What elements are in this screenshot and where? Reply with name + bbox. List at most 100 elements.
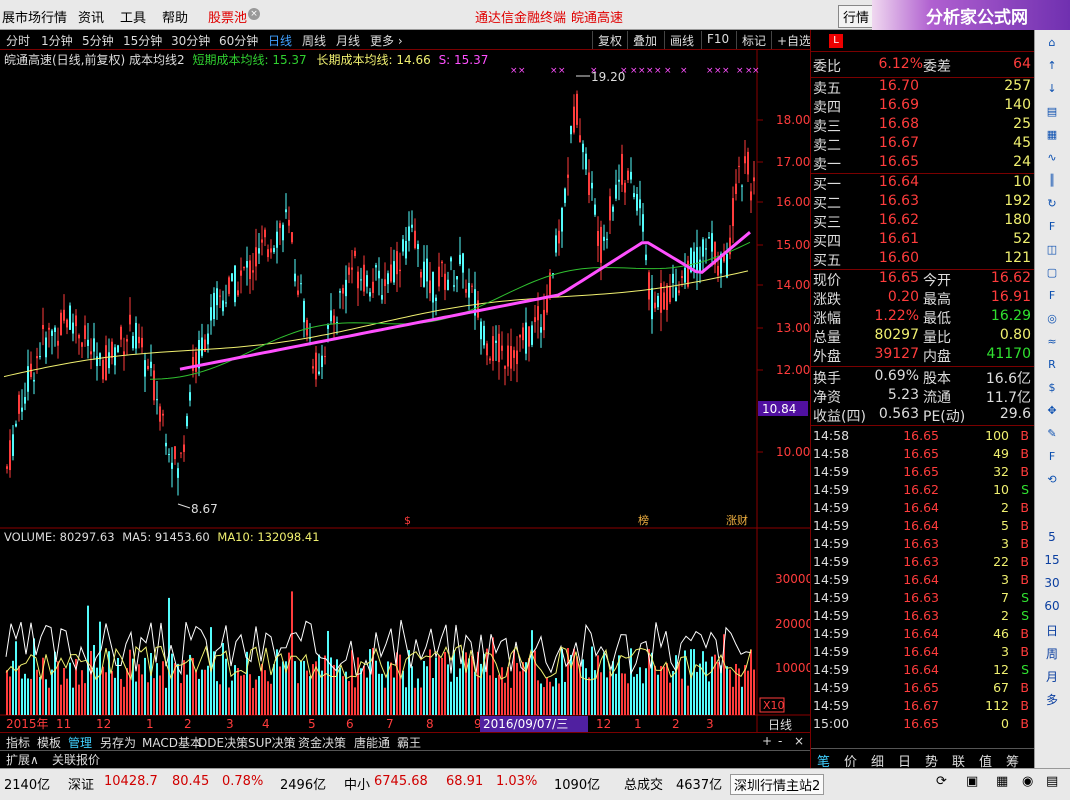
list-icon[interactable]: ▤: [1038, 105, 1066, 121]
tab-period-0[interactable]: 分时: [6, 32, 30, 49]
f10-icon[interactable]: F: [1038, 220, 1066, 236]
overlay-button[interactable]: 叠加: [627, 31, 662, 49]
menu-news[interactable]: 资讯: [78, 7, 104, 26]
f-chart-icon[interactable]: ▢: [1038, 266, 1066, 282]
reload-icon[interactable]: ⟲: [1038, 473, 1066, 489]
volume-bar: [498, 674, 500, 715]
volume-bar: [189, 654, 191, 715]
tab-period-3[interactable]: 15分钟: [123, 32, 162, 49]
lock-icon[interactable]: ▣: [966, 774, 978, 789]
tab-indicator[interactable]: 指标: [6, 734, 30, 751]
price-tick-label: 10.00: [776, 445, 810, 459]
tick-price: 16.64: [903, 662, 939, 677]
volume-bar: [225, 658, 227, 715]
wave-icon[interactable]: ≈: [1038, 335, 1066, 351]
candle-body: [702, 239, 704, 257]
candle-body: [492, 336, 494, 362]
rsi-icon[interactable]: R: [1038, 358, 1066, 374]
tick-time: 15:00: [813, 716, 850, 731]
tab-period-7[interactable]: 周线: [302, 32, 326, 49]
info-label-2: 流通: [923, 390, 951, 406]
sidebar-period-0[interactable]: 5: [1038, 530, 1066, 546]
chat-icon[interactable]: ▤: [1046, 774, 1058, 789]
tab-save-as[interactable]: 另存为: [100, 734, 136, 751]
candle-body: [483, 325, 485, 346]
candle-body: [333, 315, 335, 325]
dollar-icon[interactable]: $: [1038, 381, 1066, 397]
refresh-icon[interactable]: ⟳: [936, 774, 947, 789]
info-icon[interactable]: ◫: [1038, 243, 1066, 259]
status-sme-pct: 1.03%: [496, 774, 538, 789]
quote-panel: L 委比 6.12% 委差 64 卖五 16.70 257 卖四 16.69 140 卖三 16.68 2…: [810, 30, 1035, 770]
menu-tools[interactable]: 工具: [120, 7, 146, 26]
up-icon[interactable]: ↑: [1038, 59, 1066, 75]
info-label: 涨幅: [813, 311, 841, 327]
kline-chart[interactable]: 18.00 17.00 16.00 15.00 14.00 13.00 12.00 10.00…: [0, 50, 810, 732]
sidebar-period-7[interactable]: 多: [1038, 691, 1066, 707]
tab-dde[interactable]: DDE决策: [198, 734, 248, 751]
move-icon[interactable]: ✥: [1038, 404, 1066, 420]
mark-button[interactable]: 标记: [736, 31, 771, 49]
notify-icon[interactable]: ◉: [1022, 774, 1033, 789]
candle-body: [504, 366, 506, 369]
sidebar-period-1[interactable]: 15: [1038, 553, 1066, 569]
zoom-out-icon[interactable]: -: [778, 734, 782, 748]
draw-line-button[interactable]: 画线: [664, 31, 699, 49]
menu-help[interactable]: 帮助: [162, 7, 188, 26]
sidebar-period-3[interactable]: 60: [1038, 599, 1066, 615]
candle-icon[interactable]: ║: [1038, 174, 1066, 190]
buy-row: 买四 16.61 52: [811, 231, 1035, 250]
circle-icon[interactable]: ◎: [1038, 312, 1066, 328]
refresh-icon[interactable]: ↻: [1038, 197, 1066, 213]
home-icon[interactable]: ⌂: [1038, 36, 1066, 52]
menu-market[interactable]: 展市场行情: [2, 7, 67, 26]
volume-bar: [561, 648, 563, 715]
f5-icon[interactable]: F: [1038, 450, 1066, 466]
extend-button[interactable]: 扩展∧: [6, 751, 39, 768]
tab-manage[interactable]: 管理: [68, 734, 92, 751]
candle-body: [417, 244, 419, 250]
tab-tangnengtong[interactable]: 唐能通: [354, 734, 390, 751]
tab-period-9[interactable]: 更多 ›: [370, 32, 403, 49]
tick-volume: 32: [993, 464, 1009, 479]
pen-icon[interactable]: ✎: [1038, 427, 1066, 443]
menu-stock-pool[interactable]: 股票池: [208, 7, 247, 26]
sidebar-period-6[interactable]: 月: [1038, 668, 1066, 684]
restore-right-button[interactable]: 复权: [592, 31, 627, 49]
down-icon[interactable]: ↓: [1038, 82, 1066, 98]
tab-period-8[interactable]: 月线: [336, 32, 360, 49]
calc-icon[interactable]: ▦: [996, 774, 1008, 789]
candle-body: [432, 271, 434, 303]
sidebar-period-2[interactable]: 30: [1038, 576, 1066, 592]
close-panel-icon[interactable]: ×: [794, 734, 804, 748]
volume-bar: [39, 677, 41, 715]
close-icon[interactable]: ×: [248, 8, 260, 20]
volume-bar: [426, 666, 428, 715]
tab-period-1[interactable]: 1分钟: [41, 32, 73, 49]
tick-price: 16.63: [903, 608, 939, 623]
tab-macd[interactable]: MACD基本: [142, 734, 202, 751]
f10-button[interactable]: F10: [701, 31, 734, 49]
volume-bar: [21, 678, 23, 715]
grid-icon[interactable]: ▦: [1038, 128, 1066, 144]
tab-template[interactable]: 模板: [37, 734, 61, 751]
line-chart-icon[interactable]: ∿: [1038, 151, 1066, 167]
candle-body: [327, 325, 329, 329]
status-server[interactable]: 深圳行情主站2: [730, 774, 825, 795]
tab-period-6[interactable]: 日线: [268, 32, 292, 49]
related-quote-button[interactable]: 关联报价: [52, 751, 100, 768]
quote-button[interactable]: 行情: [838, 5, 875, 28]
tab-sup[interactable]: SUP决策: [248, 734, 296, 751]
volume-bar: [99, 621, 101, 715]
sidebar-period-4[interactable]: 日: [1038, 622, 1066, 638]
zoom-in-icon[interactable]: +: [762, 734, 772, 748]
tab-fund[interactable]: 资金决策: [298, 734, 346, 751]
sidebar-period-5[interactable]: 周: [1038, 645, 1066, 661]
tick-price: 16.65: [903, 464, 939, 479]
tab-bawang[interactable]: 霸王: [397, 734, 421, 751]
tab-period-2[interactable]: 5分钟: [82, 32, 114, 49]
tab-period-5[interactable]: 60分钟: [219, 32, 258, 49]
fiz-icon[interactable]: F: [1038, 289, 1066, 305]
volume-bar: [741, 686, 743, 715]
tab-period-4[interactable]: 30分钟: [171, 32, 210, 49]
